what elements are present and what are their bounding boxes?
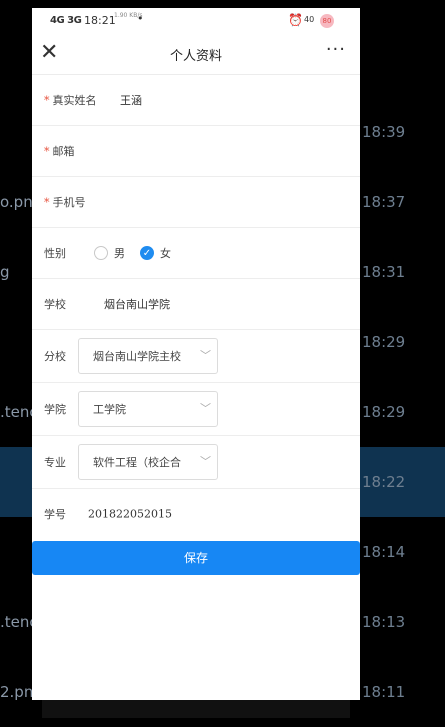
required-mark: *: [44, 94, 50, 107]
student-id-label: 学号: [44, 508, 66, 521]
school-row: 学校 烟台南山学院: [32, 279, 360, 330]
radio-checked-icon: ✓: [140, 246, 154, 260]
chevron-down-icon: ﹀: [200, 402, 211, 416]
phone-row: * 手机号: [32, 177, 360, 228]
college-row: 学院 工学院 ﹀: [32, 383, 360, 436]
college-selected: 工学院: [93, 403, 126, 416]
required-mark: *: [44, 196, 50, 209]
branch-row: 分校 烟台南山学院主校 ﹀: [32, 330, 360, 383]
name-field[interactable]: 王涵: [120, 92, 142, 108]
chevron-down-icon: ﹀: [200, 349, 211, 363]
gender-male-label: 男: [114, 247, 125, 260]
student-id-row: 学号 201822052015: [32, 489, 360, 539]
gender-female-label: 女: [160, 247, 171, 260]
background-item-time: 18:22: [362, 473, 406, 491]
background-item-time: 18:29: [362, 333, 406, 351]
background-item-time: 18:14: [362, 543, 406, 561]
college-select[interactable]: 工学院 ﹀: [78, 391, 218, 427]
gender-label: 性别: [44, 247, 66, 260]
gender-male-radio[interactable]: 男: [94, 245, 125, 261]
branch-select[interactable]: 烟台南山学院主校 ﹀: [78, 338, 218, 374]
email-row: * 邮箱: [32, 126, 360, 177]
school-value: 烟台南山学院: [104, 298, 170, 311]
background-item-time: 18:11: [362, 683, 406, 701]
background-item-time: 18:37: [362, 193, 406, 211]
gender-female-radio[interactable]: ✓ 女: [140, 245, 171, 261]
status-bar: 4G 3G 18:21 1.90 KB/s • ⏰ 40 80: [32, 8, 360, 34]
avatar: 80: [320, 14, 334, 28]
phone-field[interactable]: [107, 183, 352, 221]
major-row: 专业 软件工程（校企合 ﹀: [32, 436, 360, 489]
email-field[interactable]: [107, 132, 352, 170]
signal-icon: 4G 3G: [50, 15, 82, 26]
branch-selected: 烟台南山学院主校: [93, 350, 181, 363]
gender-row: 性别 男 ✓ 女: [32, 228, 360, 279]
save-button[interactable]: 保存: [32, 541, 360, 575]
name-row: * 真实姓名 王涵: [32, 75, 360, 126]
phone-label: * 手机号: [44, 196, 86, 209]
background-item-time: 18:29: [362, 403, 406, 421]
home-bar: [42, 700, 350, 718]
page-title: 个人资料: [169, 49, 222, 64]
alarm-icon: ⏰: [288, 13, 303, 27]
more-options-icon[interactable]: ···: [326, 39, 346, 60]
status-time: 18:21: [84, 14, 116, 27]
radio-unchecked-icon: [94, 246, 108, 260]
chevron-down-icon: ﹀: [200, 455, 211, 469]
major-selected: 软件工程（校企合: [93, 456, 181, 469]
notification-dot: •: [137, 12, 144, 25]
college-label: 学院: [44, 403, 66, 416]
branch-label: 分校: [44, 350, 66, 363]
network-indicator: 40: [304, 15, 315, 24]
background-item-time: 18:39: [362, 123, 406, 141]
school-label: 学校: [44, 298, 66, 311]
name-label: * 真实姓名: [44, 94, 97, 107]
required-mark: *: [44, 145, 50, 158]
background-item-time: 18:13: [362, 613, 406, 631]
background-item-time: 18:31: [362, 263, 406, 281]
nav-bar: ✕ 个人资料 ···: [32, 34, 360, 75]
student-id-field[interactable]: 201822052015: [88, 508, 172, 521]
background-item-name: g: [0, 263, 10, 281]
email-label: * 邮箱: [44, 145, 75, 158]
phone-screen: 4G 3G 18:21 1.90 KB/s • ⏰ 40 80 ✕ 个人资料 ·…: [32, 8, 360, 700]
major-label: 专业: [44, 456, 66, 469]
major-select[interactable]: 软件工程（校企合 ﹀: [78, 444, 218, 480]
